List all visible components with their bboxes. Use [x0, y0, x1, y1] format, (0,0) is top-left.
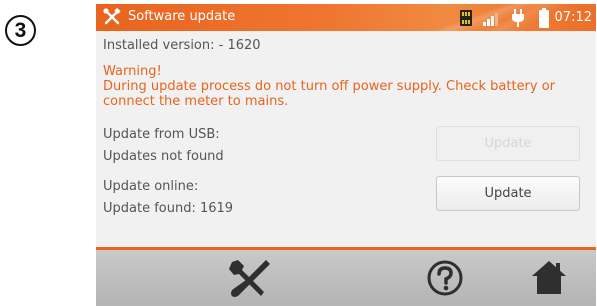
signal-bars-icon [482, 12, 498, 26]
usb-update-label: Update from USB: [103, 127, 220, 142]
home-icon[interactable] [530, 258, 568, 296]
device-screen: Software update 07:12 Installed version:… [96, 4, 596, 306]
title-bar: Software update 07:12 [96, 4, 596, 31]
warning-text-line-2: connect the meter to mains. [103, 94, 289, 109]
online-update-status: Update found: 1619 [103, 201, 234, 216]
installed-version: Installed version: - 1620 [103, 38, 261, 53]
help-icon[interactable] [426, 259, 464, 297]
status-icons: 07:12 [459, 7, 592, 28]
bottom-toolbar [96, 247, 596, 306]
online-update-button[interactable]: Update [436, 176, 580, 211]
power-plug-icon [511, 8, 524, 27]
window-title: Software update [128, 9, 236, 24]
step-number-badge: 3 [5, 15, 36, 46]
usb-update-status: Updates not found [103, 149, 224, 164]
online-update-label: Update online: [103, 179, 199, 194]
warning-text-line-1: During update process do not turn off po… [103, 79, 556, 94]
battery-icon [538, 7, 549, 28]
usb-update-button[interactable]: Update [436, 126, 580, 161]
clock: 07:12 [554, 10, 592, 25]
tools-icon [103, 7, 121, 25]
warning-title: Warning! [103, 64, 162, 79]
tools-icon[interactable] [226, 256, 272, 300]
memory-card-icon [459, 9, 472, 26]
